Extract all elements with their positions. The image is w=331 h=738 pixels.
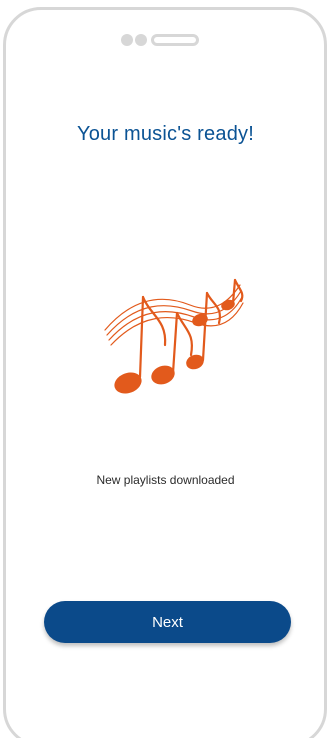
- status-message: New playlists downloaded: [96, 473, 235, 487]
- music-notes-icon: [95, 275, 245, 405]
- speaker-grille: [121, 34, 201, 46]
- speaker-slot: [151, 34, 199, 46]
- page-title: Your music's ready!: [77, 123, 254, 145]
- sensor-dot: [135, 34, 147, 46]
- camera-dot: [121, 34, 133, 46]
- next-button[interactable]: Next: [44, 601, 291, 643]
